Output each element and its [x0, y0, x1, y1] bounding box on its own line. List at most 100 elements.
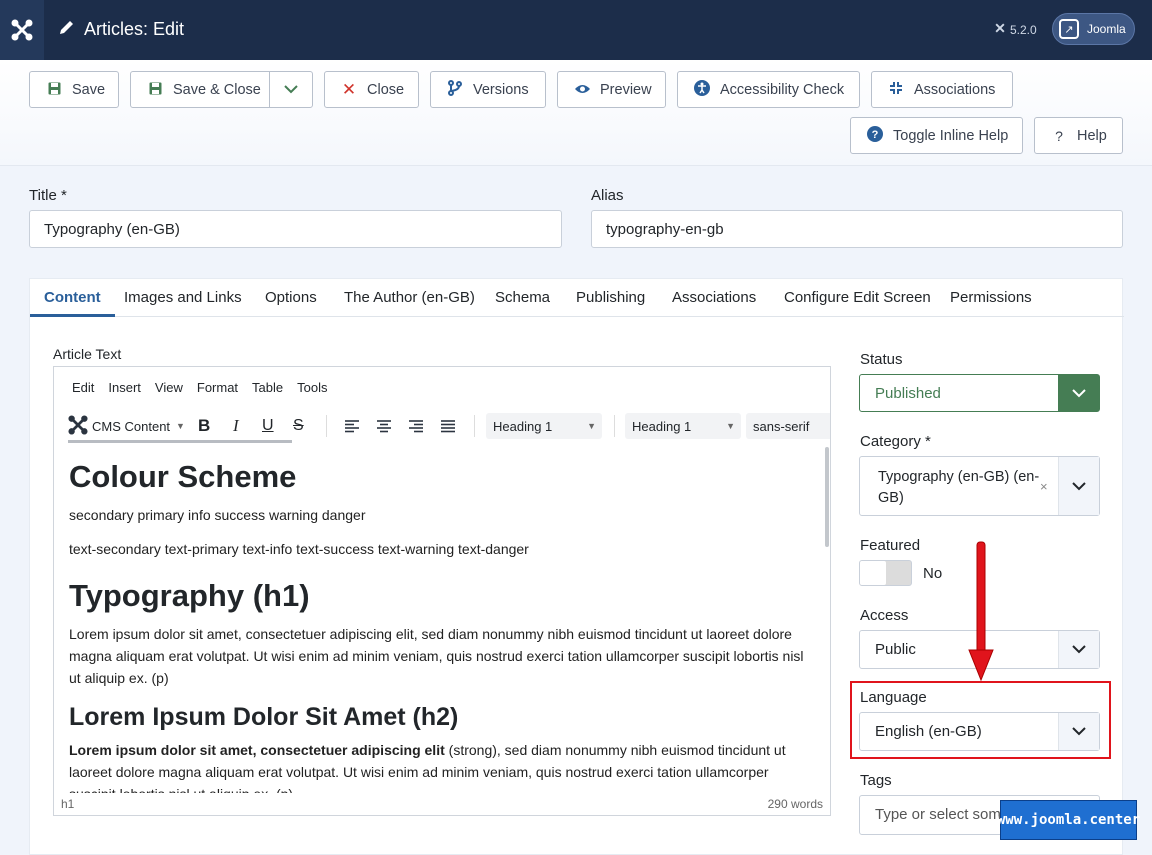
word-count[interactable]: 290 words [768, 797, 823, 811]
featured-toggle[interactable] [859, 560, 912, 586]
associations-button[interactable]: Associations [871, 71, 1013, 108]
style-format-value: Heading 1 [632, 418, 692, 434]
style-format-select[interactable]: Heading 1 ▼ [625, 413, 741, 439]
toggle-inline-help-button[interactable]: ? Toggle Inline Help [850, 117, 1023, 154]
status-select[interactable]: Published [859, 374, 1100, 412]
close-button[interactable]: ✕ Close [324, 71, 419, 108]
content-heading-h1: Typography (h1) [69, 578, 310, 614]
alias-input[interactable] [591, 210, 1123, 248]
toolbar-divider [326, 415, 327, 437]
editor-statusbar: h1 290 words [54, 793, 830, 815]
underline-icon[interactable]: U [262, 415, 274, 437]
block-format-value: Heading 1 [493, 418, 553, 434]
menu-tools[interactable]: Tools [297, 380, 327, 395]
preview-button[interactable]: Preview [557, 71, 666, 108]
save-label: Save [72, 81, 106, 98]
alias-label: Alias [591, 187, 624, 204]
language-highlight-frame [850, 681, 1111, 759]
status-label: Status [860, 351, 903, 368]
content-paragraph: Lorem ipsum dolor sit amet, consectetuer… [69, 626, 804, 686]
help-button[interactable]: ? Help [1034, 117, 1123, 154]
tab-images-links[interactable]: Images and Links [124, 279, 242, 317]
versions-button[interactable]: Versions [430, 71, 546, 108]
external-link-icon: ↗ [1059, 19, 1079, 39]
tab-author[interactable]: The Author (en-GB) [344, 279, 475, 317]
tab-permissions[interactable]: Permissions [950, 279, 1032, 317]
accessibility-icon [694, 80, 710, 99]
align-justify-icon[interactable] [440, 415, 456, 437]
tinymce-editor: Edit Insert View Format Table Tools CMS … [53, 366, 831, 816]
chevron-down-icon [1058, 375, 1099, 411]
tags-label: Tags [860, 772, 892, 789]
save-dropdown-toggle[interactable] [269, 71, 313, 108]
tab-schema[interactable]: Schema [495, 279, 550, 317]
chevron-down-icon [284, 82, 298, 98]
top-header: Articles: Edit 5.2.0 ↗ Joomla [0, 0, 1152, 60]
save-button[interactable]: Save [29, 71, 119, 108]
editor-scrollbar[interactable] [825, 447, 829, 547]
tab-associations[interactable]: Associations [672, 279, 756, 317]
toggle-knob [860, 561, 886, 585]
tab-configure-edit-screen[interactable]: Configure Edit Screen [784, 279, 931, 317]
bold-icon[interactable]: B [198, 415, 210, 437]
featured-label: Featured [860, 537, 921, 554]
save-close-label: Save & Close [173, 81, 261, 98]
editor-toolbar-scrollbar[interactable] [68, 440, 292, 443]
status-value: Published [875, 385, 941, 402]
category-label: Category * [860, 433, 931, 450]
chevron-down-icon [1058, 631, 1099, 668]
menu-edit[interactable]: Edit [72, 380, 94, 395]
content-heading-colour-scheme: Colour Scheme [69, 459, 297, 494]
svg-text:?: ? [872, 129, 879, 141]
title-input[interactable] [29, 210, 562, 248]
close-icon: ✕ [341, 79, 357, 99]
help-label: Help [1077, 127, 1107, 144]
font-family-value: sans-serif [753, 418, 810, 434]
joomla-small-icon [994, 22, 1006, 37]
inline-help-label: Toggle Inline Help [893, 127, 1009, 144]
align-left-icon[interactable] [344, 415, 360, 437]
tab-publishing[interactable]: Publishing [576, 279, 645, 317]
align-right-icon[interactable] [408, 415, 424, 437]
versions-label: Versions [473, 81, 529, 98]
version-badge: 5.2.0 [994, 22, 1037, 37]
tab-options[interactable]: Options [265, 279, 317, 317]
clear-icon[interactable]: × [1040, 479, 1048, 494]
editor-content-area[interactable]: Colour Scheme secondary primary info suc… [54, 445, 826, 793]
view-site-label: Joomla [1087, 22, 1126, 36]
element-path[interactable]: h1 [61, 797, 74, 811]
menu-table[interactable]: Table [252, 380, 283, 395]
associations-label: Associations [914, 81, 996, 98]
italic-icon[interactable]: I [233, 415, 239, 437]
font-family-select[interactable]: sans-serif [746, 413, 830, 439]
block-format-select[interactable]: Heading 1 ▼ [486, 413, 602, 439]
menu-view[interactable]: View [155, 380, 183, 395]
content-paragraph: secondary primary info success warning d… [69, 507, 366, 523]
access-value: Public [875, 641, 916, 658]
watermark-logo: www.joomla.center [997, 800, 1140, 840]
view-site-button[interactable]: ↗ Joomla [1052, 13, 1135, 45]
accessibility-check-button[interactable]: Accessibility Check [677, 71, 860, 108]
toolbar-divider [614, 415, 615, 437]
strikethrough-icon[interactable]: S [293, 415, 304, 437]
content-heading-h2: Lorem Ipsum Dolor Sit Amet (h2) [69, 703, 459, 732]
compress-icon [888, 81, 904, 98]
editor-format-toolbar: CMS Content ▼ B I U S Heading 1 ▼ Headin… [54, 407, 830, 445]
chevron-down-icon: ▼ [587, 421, 596, 431]
content-paragraph: text-secondary text-primary text-info te… [69, 540, 529, 557]
tags-placeholder: Type or select some [875, 806, 1010, 823]
cms-content-dropdown[interactable]: CMS Content ▼ [68, 414, 185, 437]
tab-content[interactable]: Content [30, 279, 115, 317]
menu-insert[interactable]: Insert [108, 380, 141, 395]
category-select[interactable]: Typography (en-GB) (en-GB) × [859, 456, 1100, 516]
access-label: Access [860, 607, 909, 624]
tab-bar: Content Images and Links Options The Aut… [30, 279, 1124, 317]
align-center-icon[interactable] [376, 415, 392, 437]
eye-icon [574, 82, 590, 98]
menu-format[interactable]: Format [197, 380, 238, 395]
floppy-icon [46, 82, 62, 98]
joomla-logo-icon[interactable] [0, 0, 44, 60]
question-icon: ? [1055, 127, 1063, 144]
branch-icon [447, 80, 463, 99]
save-close-button[interactable]: Save & Close [130, 71, 270, 108]
